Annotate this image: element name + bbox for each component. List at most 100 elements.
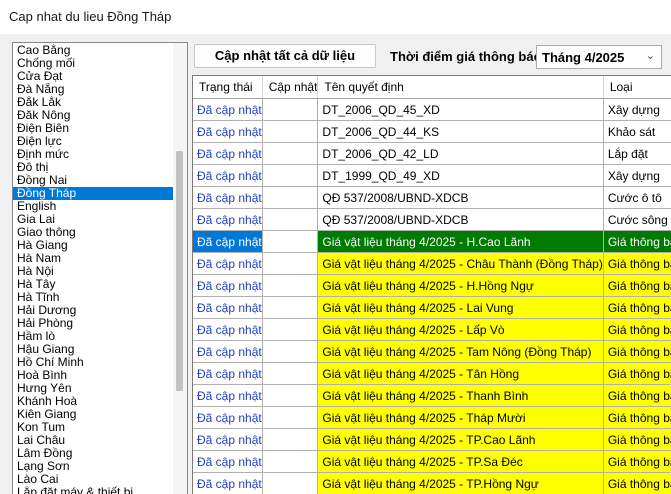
update-cell[interactable]: [262, 231, 318, 253]
list-item[interactable]: Cửa Đạt: [13, 70, 173, 83]
update-cell[interactable]: [262, 165, 318, 187]
table-row[interactable]: Đã cập nhậtGiá vật liệu tháng 4/2025 - L…: [193, 319, 671, 341]
decision-name-cell[interactable]: Giá vật liệu tháng 4/2025 - Tam Nông (Đồ…: [318, 341, 603, 363]
decision-name-cell[interactable]: Giá vật liệu tháng 4/2025 - Châu Thành (…: [318, 253, 603, 275]
list-item[interactable]: Đăk Nông: [13, 109, 173, 122]
update-cell[interactable]: [262, 451, 318, 473]
column-header-update[interactable]: Cập nhật: [262, 76, 318, 99]
list-item[interactable]: Hà Tĩnh: [13, 291, 173, 304]
list-item[interactable]: Hà Nam: [13, 252, 173, 265]
status-cell[interactable]: Đã cập nhật: [193, 451, 262, 473]
list-item[interactable]: Hầm lò: [13, 330, 173, 343]
list-item[interactable]: Hồ Chí Minh: [13, 356, 173, 369]
type-cell[interactable]: Xây dựng: [603, 165, 671, 187]
type-cell[interactable]: Giá thông báo: [603, 253, 671, 275]
decision-name-cell[interactable]: Giá vật liệu tháng 4/2025 - H.Hồng Ngự: [318, 275, 603, 297]
table-row[interactable]: Đã cập nhậtQĐ 537/2008/UBND-XDCBCước ô t…: [193, 187, 671, 209]
list-item[interactable]: Điện Biên: [13, 122, 173, 135]
table-row[interactable]: Đã cập nhậtGiá vật liệu tháng 4/2025 - L…: [193, 297, 671, 319]
column-header-type[interactable]: Loại: [603, 76, 671, 99]
decision-name-cell[interactable]: DT_1999_QD_49_XD: [318, 165, 603, 187]
table-row[interactable]: Đã cập nhậtGiá vật liệu tháng 4/2025 - T…: [193, 385, 671, 407]
column-header-name[interactable]: Tên quyết định: [318, 76, 603, 99]
decision-name-cell[interactable]: Giá vật liệu tháng 4/2025 - TP.Hồng Ngự: [318, 473, 603, 494]
list-item[interactable]: Kon Tum: [13, 421, 173, 434]
type-cell[interactable]: Cước ô tô: [603, 187, 671, 209]
table-row[interactable]: Đã cập nhật Giá vật liệu tháng 4/2025 - T…: [193, 473, 671, 494]
table-row[interactable]: Đã cập nhậtGiá vật liệu tháng 4/2025 - T…: [193, 407, 671, 429]
type-cell[interactable]: Giá thông báo: [603, 363, 671, 385]
table-row[interactable]: Đã cập nhậtDT_2006_QD_45_XDXây dựng: [193, 99, 671, 121]
list-item[interactable]: Kiên Giang: [13, 408, 173, 421]
update-cell[interactable]: [262, 385, 318, 407]
status-cell[interactable]: Đã cập nhật: [193, 187, 262, 209]
list-item[interactable]: Hậu Giang: [13, 343, 173, 356]
decision-name-cell[interactable]: Giá vật liệu tháng 4/2025 - Tháp Mười: [318, 407, 603, 429]
type-cell[interactable]: Giá thông báo: [603, 429, 671, 451]
table-row[interactable]: Đã cập nhật Giá vật liệu tháng 4/2025 - T…: [193, 451, 671, 473]
list-item[interactable]: Hải Dương: [13, 304, 173, 317]
list-item[interactable]: Hà Giang: [13, 239, 173, 252]
table-row[interactable]: Đã cập nhật Giá vật liệu tháng 4/2025 - C…: [193, 253, 671, 275]
status-cell[interactable]: Đã cập nhật: [193, 253, 262, 275]
update-cell[interactable]: [262, 473, 318, 494]
status-cell[interactable]: Đã cập nhật: [193, 341, 262, 363]
update-cell[interactable]: [262, 275, 318, 297]
status-cell[interactable]: Đã cập nhật: [193, 429, 262, 451]
type-cell[interactable]: Giá thông báo: [603, 231, 671, 253]
list-item[interactable]: Chống mối: [13, 57, 173, 70]
list-item[interactable]: Đà Nẵng: [13, 83, 173, 96]
decision-name-cell[interactable]: Giá vật liệu tháng 4/2025 - H.Cao Lãnh: [318, 231, 603, 253]
decision-name-cell[interactable]: Giá vật liệu tháng 4/2025 - TP.Sa Đéc: [318, 451, 603, 473]
list-item[interactable]: Hà Tây: [13, 278, 173, 291]
update-cell[interactable]: [262, 297, 318, 319]
type-cell[interactable]: Khảo sát: [603, 121, 671, 143]
decision-name-cell[interactable]: Giá vật liệu tháng 4/2025 - TP.Cao Lãnh: [318, 429, 603, 451]
decision-name-cell[interactable]: QĐ 537/2008/UBND-XDCB: [318, 209, 603, 231]
type-cell[interactable]: Giá thông báo: [603, 473, 671, 494]
list-item[interactable]: Định mức: [13, 148, 173, 161]
update-cell[interactable]: [262, 99, 318, 121]
list-item[interactable]: Giao thông: [13, 226, 173, 239]
status-cell[interactable]: Đã cập nhật: [193, 99, 262, 121]
update-cell[interactable]: [262, 143, 318, 165]
status-cell[interactable]: Đã cập nhật: [193, 209, 262, 231]
price-time-select[interactable]: Tháng 4/2025 ⌄: [536, 45, 662, 69]
type-cell[interactable]: Cước sông: [603, 209, 671, 231]
status-cell[interactable]: Đã cập nhật: [193, 473, 262, 494]
status-cell[interactable]: Đã cập nhật: [193, 143, 262, 165]
list-item[interactable]: Điện lực: [13, 135, 173, 148]
update-cell[interactable]: [262, 341, 318, 363]
decision-name-cell[interactable]: DT_2006_QD_44_KS: [318, 121, 603, 143]
update-cell[interactable]: [262, 363, 318, 385]
province-list[interactable]: Cao BằngChống mốiCửa ĐạtĐà NẵngĐắk LắkĐă…: [12, 42, 188, 494]
update-cell[interactable]: [262, 429, 318, 451]
status-cell[interactable]: Đã cập nhật: [193, 231, 262, 253]
status-cell[interactable]: Đã cập nhật: [193, 165, 262, 187]
list-item[interactable]: Hưng Yên: [13, 382, 173, 395]
list-item[interactable]: Lào Cai: [13, 473, 173, 486]
type-cell[interactable]: Giá thông báo: [603, 385, 671, 407]
list-item[interactable]: Lạng Sơn: [13, 460, 173, 473]
type-cell[interactable]: Giá thông báo: [603, 275, 671, 297]
update-cell[interactable]: [262, 407, 318, 429]
table-row[interactable]: Đã cập nhật Giá vật liệu tháng 4/2025 - T…: [193, 429, 671, 451]
decision-name-cell[interactable]: Giá vật liệu tháng 4/2025 - Lai Vung: [318, 297, 603, 319]
list-item[interactable]: Hà Nội: [13, 265, 173, 278]
list-item[interactable]: Gia Lai: [13, 213, 173, 226]
type-cell[interactable]: Giá thông báo: [603, 451, 671, 473]
list-item[interactable]: Cao Bằng: [13, 44, 173, 57]
update-cell[interactable]: [262, 121, 318, 143]
type-cell[interactable]: Giá thông báo: [603, 341, 671, 363]
list-item[interactable]: English: [13, 200, 173, 213]
type-cell[interactable]: Giá thông báo: [603, 407, 671, 429]
table-row[interactable]: Đã cập nhật DT_1999_QD_49_XDXây dựng: [193, 165, 671, 187]
table-row[interactable]: Đã cập nhậtDT_2006_QD_42_LDLắp đặt: [193, 143, 671, 165]
decision-name-cell[interactable]: Giá vật liệu tháng 4/2025 - Lấp Vò: [318, 319, 603, 341]
column-header-status[interactable]: Trạng thái: [193, 76, 262, 99]
decision-name-cell[interactable]: Giá vật liệu tháng 4/2025 - Thanh Bình: [318, 385, 603, 407]
status-cell[interactable]: Đã cập nhật: [193, 363, 262, 385]
update-cell[interactable]: [262, 319, 318, 341]
update-cell[interactable]: [262, 187, 318, 209]
decision-name-cell[interactable]: DT_2006_QD_45_XD: [318, 99, 603, 121]
